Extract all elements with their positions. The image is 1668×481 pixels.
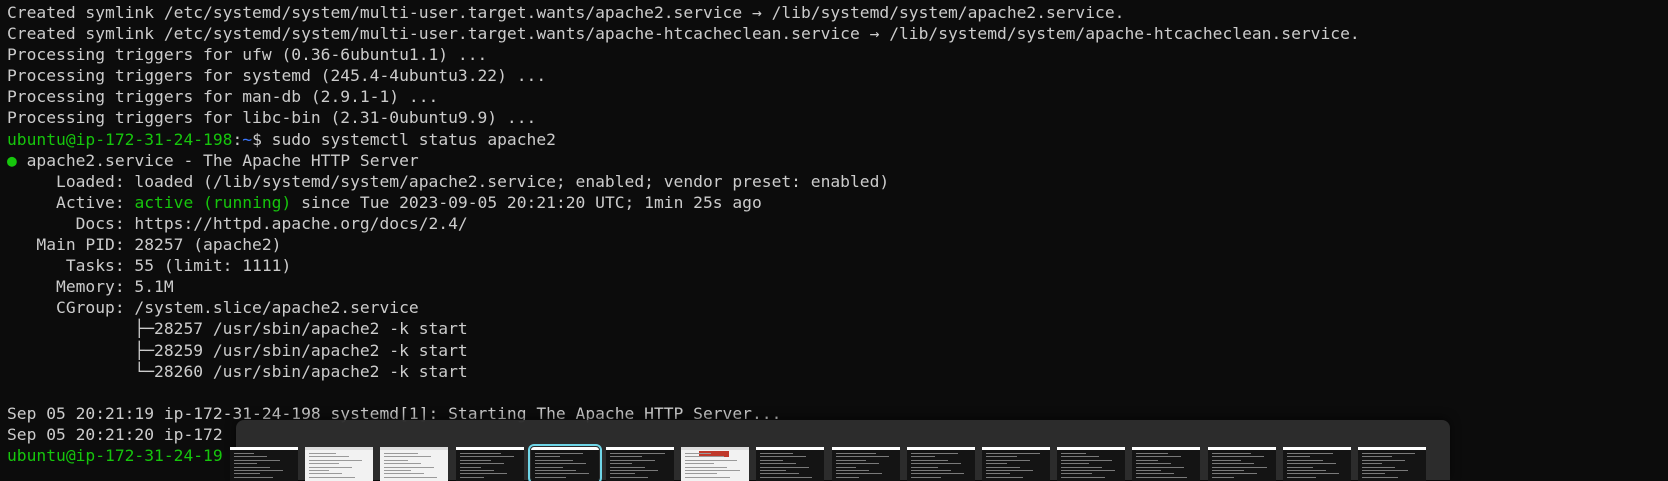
terminal-text-green: ubuntu@ip-172-31-24-19 [7, 445, 223, 465]
terminal-line: Processing triggers for ufw (0.36-6ubunt… [7, 44, 1360, 65]
terminal-line: Processing triggers for libc-bin (2.31-0… [7, 107, 1360, 128]
terminal-text: Memory: 5.1M [7, 277, 174, 297]
terminal-line: Created symlink /etc/systemd/system/mult… [7, 2, 1360, 23]
terminal-text: CGroup: /system.slice/apache2.service [7, 298, 419, 318]
window-thumbnail[interactable] [305, 447, 374, 481]
window-thumbnail[interactable] [1132, 447, 1201, 481]
terminal-text-blue: ~ [242, 129, 253, 149]
terminal-text: Processing triggers for man-db (2.9.1-1)… [7, 87, 439, 107]
terminal-text: Sep 05 20:21:20 ip-172 [7, 424, 223, 444]
terminal-line: Main PID: 28257 (apache2) [7, 234, 1360, 255]
terminal-line: ├─28259 /usr/sbin/apache2 -k start [7, 340, 1360, 361]
terminal-line: Loaded: loaded (/lib/systemd/system/apac… [7, 171, 1360, 192]
terminal-text: Active: [7, 192, 135, 212]
terminal-text: ├─28257 /usr/sbin/apache2 -k start [7, 319, 468, 339]
terminal-line: ubuntu@ip-172-31-24-198:~$ sudo systemct… [7, 129, 1360, 150]
window-thumbnail[interactable] [527, 444, 602, 481]
terminal-line: Docs: https://httpd.apache.org/docs/2.4/ [7, 213, 1360, 234]
terminal-text: Tasks: 55 (limit: 1111) [7, 256, 292, 276]
terminal-window[interactable]: Created symlink /etc/systemd/system/mult… [0, 0, 1668, 471]
terminal-text-green: ubuntu@ip-172-31-24-198 [7, 129, 233, 149]
terminal-text: since Tue 2023-09-05 20:21:20 UTC; 1min … [291, 192, 762, 212]
window-thumbnail[interactable] [455, 447, 524, 481]
terminal-line: Memory: 5.1M [7, 276, 1360, 297]
terminal-text: $ sudo systemctl status apache2 [252, 129, 556, 149]
terminal-line: Tasks: 55 (limit: 1111) [7, 255, 1360, 276]
terminal-line: Processing triggers for man-db (2.9.1-1)… [7, 86, 1360, 107]
window-thumbnail[interactable] [756, 447, 825, 481]
terminal-text-green: active (running) [134, 192, 292, 212]
terminal-text: Created symlink /etc/systemd/system/mult… [7, 24, 1360, 44]
terminal-text: Processing triggers for libc-bin (2.31-0… [7, 108, 537, 128]
terminal-line: └─28260 /usr/sbin/apache2 -k start [7, 361, 1360, 382]
terminal-text: Processing triggers for systemd (245.4-4… [7, 66, 547, 86]
terminal-text: : [232, 129, 243, 149]
window-thumbnail[interactable] [606, 447, 674, 481]
terminal-line: Processing triggers for systemd (245.4-4… [7, 65, 1360, 86]
terminal-text: Main PID: 28257 (apache2) [7, 235, 282, 255]
terminal-text: ├─28259 /usr/sbin/apache2 -k start [7, 340, 468, 360]
terminal-output: Created symlink /etc/systemd/system/mult… [7, 2, 1360, 466]
window-thumbnail[interactable] [1282, 447, 1351, 481]
window-thumbnail[interactable] [831, 447, 900, 481]
terminal-line: CGroup: /system.slice/apache2.service [7, 297, 1360, 318]
terminal-text: Processing triggers for ufw (0.36-6ubunt… [7, 45, 488, 65]
terminal-text: └─28260 /usr/sbin/apache2 -k start [7, 361, 468, 381]
window-switcher [230, 420, 1450, 481]
window-thumbnail[interactable] [1358, 447, 1426, 481]
terminal-line: Created symlink /etc/systemd/system/mult… [7, 23, 1360, 44]
terminal-line: ├─28257 /usr/sbin/apache2 -k start [7, 318, 1360, 339]
window-thumbnail[interactable] [1057, 447, 1126, 481]
terminal-text: Docs: https://httpd.apache.org/docs/2.4/ [7, 213, 468, 233]
window-thumbnail[interactable] [230, 447, 298, 481]
window-thumbnail[interactable] [906, 447, 975, 481]
terminal-text: Loaded: loaded (/lib/systemd/system/apac… [7, 171, 890, 191]
terminal-text: Created symlink /etc/systemd/system/mult… [7, 3, 1125, 22]
terminal-line: ● apache2.service - The Apache HTTP Serv… [7, 150, 1360, 171]
window-thumbnail[interactable] [380, 447, 449, 481]
window-thumbnail[interactable] [681, 447, 750, 481]
window-thumbnail[interactable] [982, 447, 1050, 481]
terminal-text-green: ● [7, 150, 17, 170]
window-thumbnail[interactable] [1207, 447, 1276, 481]
terminal-line: Active: active (running) since Tue 2023-… [7, 192, 1360, 213]
terminal-text: apache2.service - The Apache HTTP Server [16, 150, 419, 170]
